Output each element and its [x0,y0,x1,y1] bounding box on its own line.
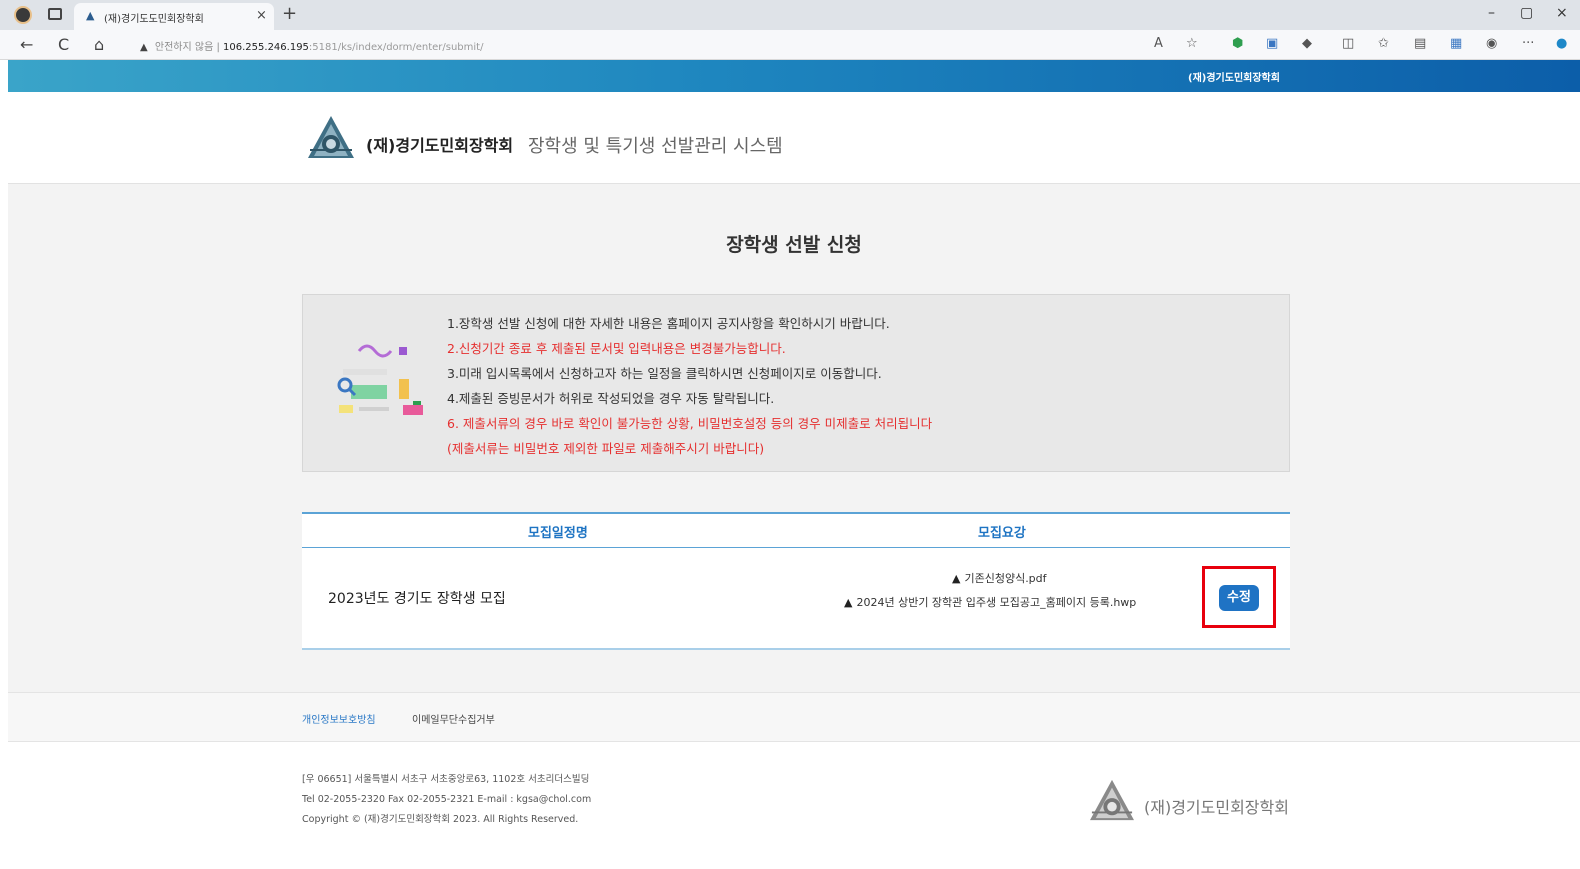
footer-contact-line: Tel 02-2055-2320 Fax 02-2055-2321 E-mail… [302,794,592,805]
footer-address-line: [우 06651] 서울특별시 서초구 서초중앙로63, 1102호 서초리더스… [302,774,590,785]
browser-addressbar: ← C ⌂ ▲ 안전하지 않음 | 106.255.246.195:5181/k… [0,30,1580,60]
edit-button-highlight: 수정 [1202,566,1276,628]
tab-close-icon[interactable]: × [256,8,267,23]
notice-line: 6. 제출서류의 경우 바로 확인이 불가능한 상황, 비밀번호설정 등의 경우… [447,416,933,431]
refresh-icon[interactable]: C [58,35,69,54]
notice-line: 4.제출된 증빙문서가 허위로 작성되었을 경우 자동 탈락됩니다. [447,391,775,406]
footer-links: 개인정보보호방침 이메일무단수집거부 [8,692,1580,742]
browser-tab[interactable]: ▲ (재)경기도도민회장학회 × [74,3,274,30]
not-secure-label: 안전하지 않음 [154,42,214,53]
org-logo-icon[interactable] [306,114,356,160]
split-screen-icon[interactable]: ◫ [1342,36,1354,51]
warning-favicon-icon: ▲ [86,9,95,22]
file-name: 2024년 상반기 장학관 입주생 모집공고_홈페이지 등록.hwp [856,596,1137,609]
download-icon: ▲ [952,572,961,585]
notice-lines: 1.장학생 선발 신청에 대한 자세한 내용은 홈페이지 공지사항을 확인하시기… [447,311,932,461]
shield-extension-icon[interactable]: ⬢ [1232,36,1243,51]
extension-icon[interactable]: ◆ [1302,36,1312,51]
recruitment-table: 모집일정명 모집요강 2023년도 경기도 장학생 모집 ▲ 기존신청양식.pdf… [302,512,1290,650]
notice-box: 1.장학생 선발 신청에 대한 자세한 내용은 홈페이지 공지사항을 확인하시기… [302,294,1290,472]
new-tab-button[interactable]: + [282,3,297,24]
feedback-icon[interactable]: ◉ [1486,36,1497,51]
favorite-star-icon[interactable]: ☆ [1186,36,1198,51]
main-content: 장학생 선발 신청 1.장학생 선발 신청에 대한 자세한 내용은 홈페이지 공… [8,184,1580,692]
recruitment-title: 2023년도 경기도 장학생 모집 [328,591,506,607]
system-name: 장학생 및 특기생 선발관리 시스템 [528,136,783,157]
footer-org-name: (재)경기도민회장학회 [1144,798,1289,817]
edit-button[interactable]: 수정 [1219,585,1259,611]
notice-illustration-icon [337,344,423,415]
file-name: 기존신청양식.pdf [964,572,1047,585]
site-footer: [우 06651] 서울특별시 서초구 서초중앙로63, 1102호 서초리더스… [8,742,1580,869]
minimize-icon[interactable]: – [1488,5,1495,21]
footer-copyright: Copyright © (재)경기도민회장학회 2023. All Rights… [302,814,579,825]
page-title: 장학생 선발 신청 [726,234,862,256]
file-link-announcement[interactable]: ▲ 2024년 상반기 장학관 입주생 모집공고_홈페이지 등록.hwp [844,594,1136,610]
url-input[interactable]: ▲ 안전하지 않음 | 106.255.246.195:5181/ks/inde… [140,38,483,53]
not-secure-icon: ▲ [140,42,148,53]
download-icon: ▲ [844,596,853,609]
footer-address: [우 06651] 서울특별시 서초구 서초중앙로63, 1102호 서초리더스… [302,770,591,830]
copilot-icon[interactable]: ● [1556,36,1567,51]
close-window-icon[interactable]: × [1556,5,1568,21]
collections-icon[interactable]: ▤ [1414,36,1426,51]
back-icon[interactable]: ← [20,35,33,54]
notice-line: 2.신청기간 종료 후 제출된 문서및 입력내용은 변경불가능합니다. [447,341,786,356]
profile-avatar-icon[interactable] [14,6,32,24]
notice-line: 1.장학생 선발 신청에 대한 자세한 내용은 홈페이지 공지사항을 확인하시기… [447,316,890,331]
privacy-policy-link[interactable]: 개인정보보호방침 [302,711,376,726]
notice-line: (제출서류는 비밀번호 제외한 파일로 제출해주시기 바랍니다) [447,441,765,456]
top-banner-label[interactable]: (재)경기도민회장학회 [1188,69,1280,84]
favorites-icon[interactable]: ✩ [1378,36,1389,51]
notice-line: 3.미래 입시목록에서 신청하고자 하는 일정을 클릭하시면 신청페이지로 이동… [447,366,882,381]
table-header: 모집일정명 모집요강 [302,514,1290,548]
tab-title: (재)경기도도민회장학회 [104,14,204,25]
column-header-guidelines: 모집요강 [978,526,1026,541]
maximize-icon[interactable]: ▢ [1520,5,1533,21]
url-separator: | [216,42,220,53]
top-banner: (재)경기도민회장학회 [8,60,1580,92]
email-refusal-link[interactable]: 이메일무단수집거부 [412,711,495,726]
org-name[interactable]: (재)경기도민회장학회 [366,132,513,156]
tab-actions-icon[interactable] [48,8,62,20]
site-header: (재)경기도민회장학회 장학생 및 특기생 선발관리 시스템 [8,92,1580,184]
column-header-schedule: 모집일정명 [528,526,588,541]
browser-essentials-icon[interactable]: ▦ [1450,36,1462,51]
more-menu-icon[interactable]: ··· [1522,36,1534,51]
url-path: :5181/ks/index/dorm/enter/submit/ [308,42,484,53]
read-aloud-icon[interactable]: A [1154,36,1163,51]
screen-extension-icon[interactable]: ▣ [1266,36,1278,51]
home-icon[interactable]: ⌂ [94,35,104,54]
file-link-application-form[interactable]: ▲ 기존신청양식.pdf [952,570,1047,586]
url-host: 106.255.246.195 [223,42,309,53]
browser-tabbar: ▲ (재)경기도도민회장학회 × + – ▢ × [0,0,1580,30]
footer-logo-icon [1090,779,1134,821]
